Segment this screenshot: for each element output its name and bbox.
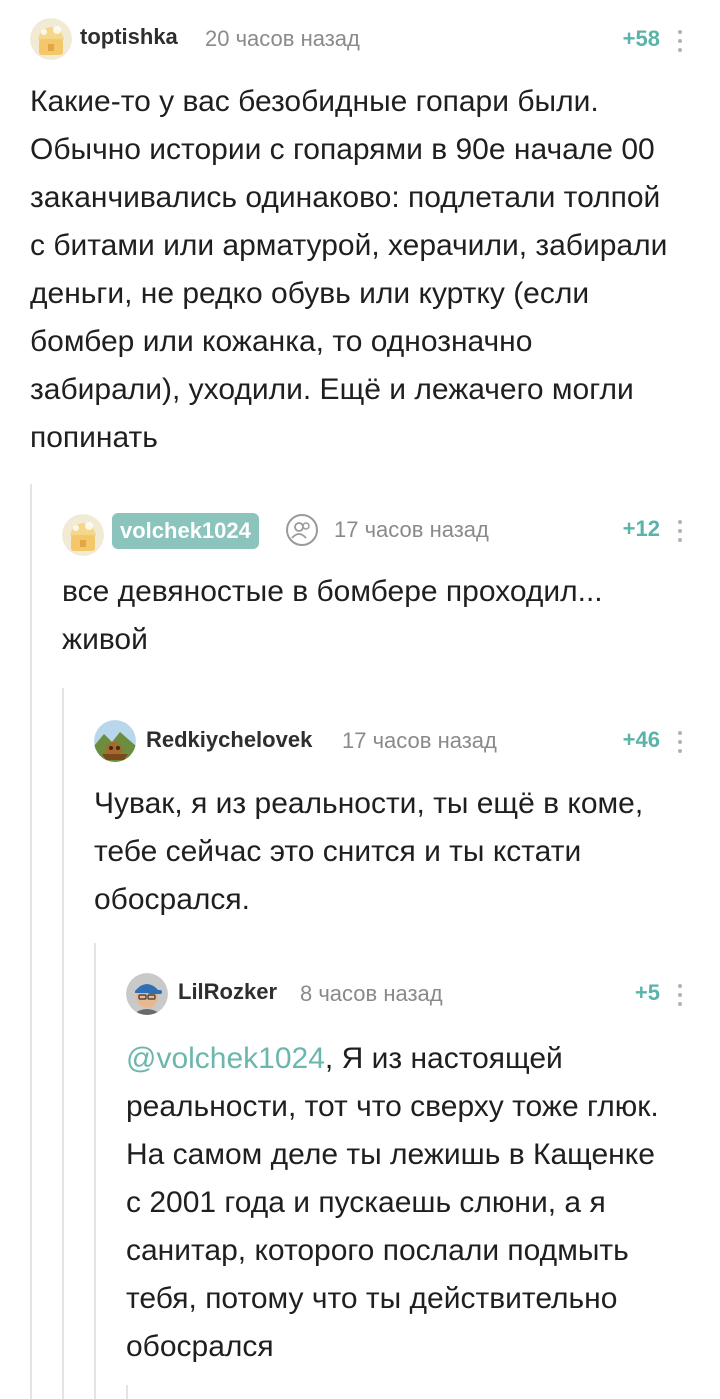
comment: Redkiychelovek 17 часов назад +46 Чувак,… <box>94 700 720 924</box>
more-options-icon[interactable] <box>676 30 684 52</box>
comment-rating[interactable]: +58 <box>623 26 660 52</box>
default-avatar-icon[interactable] <box>62 514 104 556</box>
thread-line <box>126 1385 128 1399</box>
comment: volchek1024 17 часов назад +12 все девян… <box>62 496 720 664</box>
default-avatar-icon[interactable] <box>30 18 72 60</box>
landscape-avatar-icon[interactable] <box>94 720 136 762</box>
author-name[interactable]: toptishka <box>80 24 178 50</box>
comment-time: 17 часов назад <box>342 728 497 753</box>
comment: toptishka 20 часов назад +58 Какие-то у … <box>0 0 720 462</box>
comment-text: Чувак, я из реальности, ты ещё в коме, т… <box>94 787 644 916</box>
user-mention-link[interactable]: @volchek1024 <box>126 1042 325 1075</box>
comment-text: @volchek1024, Я из настоящей реальности,… <box>126 1035 720 1371</box>
comment-time: 8 часов назад <box>300 981 443 1006</box>
comment-time: 20 часов назад <box>205 26 360 51</box>
comment-text-rest: , Я из настоящей реальности, тот что све… <box>126 1042 659 1363</box>
comment-header: volchek1024 17 часов назад +12 <box>62 496 720 576</box>
comment-rating[interactable]: +46 <box>623 727 660 753</box>
comment-time: 17 часов назад <box>334 517 489 542</box>
comment-text: все девяностые в бомбере проходил... жив… <box>62 575 603 656</box>
comment-rating[interactable]: +12 <box>623 516 660 542</box>
thread-line <box>62 688 64 1399</box>
author-name[interactable]: Redkiychelovek <box>146 727 312 753</box>
author-name[interactable]: volchek1024 <box>112 513 259 549</box>
author-name[interactable]: LilRozker <box>178 979 277 1005</box>
comment-header: LilRozker 8 часов назад +5 <box>126 955 720 1035</box>
thread-line <box>30 484 32 1399</box>
more-options-icon[interactable] <box>676 731 684 753</box>
more-options-icon[interactable] <box>676 520 684 542</box>
person-cap-avatar-icon[interactable] <box>126 973 168 1015</box>
comment: LilRozker 8 часов назад +5 @volchek1024,… <box>126 955 720 1371</box>
comment-text: Какие-то у вас безобидные гопари были. О… <box>30 85 668 454</box>
comment-rating[interactable]: +5 <box>635 980 660 1006</box>
comment-header: Redkiychelovek 17 часов назад +46 <box>94 700 720 780</box>
users-icon <box>286 514 318 546</box>
comment-header: toptishka 20 часов назад +58 <box>0 0 720 78</box>
more-options-icon[interactable] <box>676 984 684 1006</box>
thread-line <box>94 943 96 1399</box>
